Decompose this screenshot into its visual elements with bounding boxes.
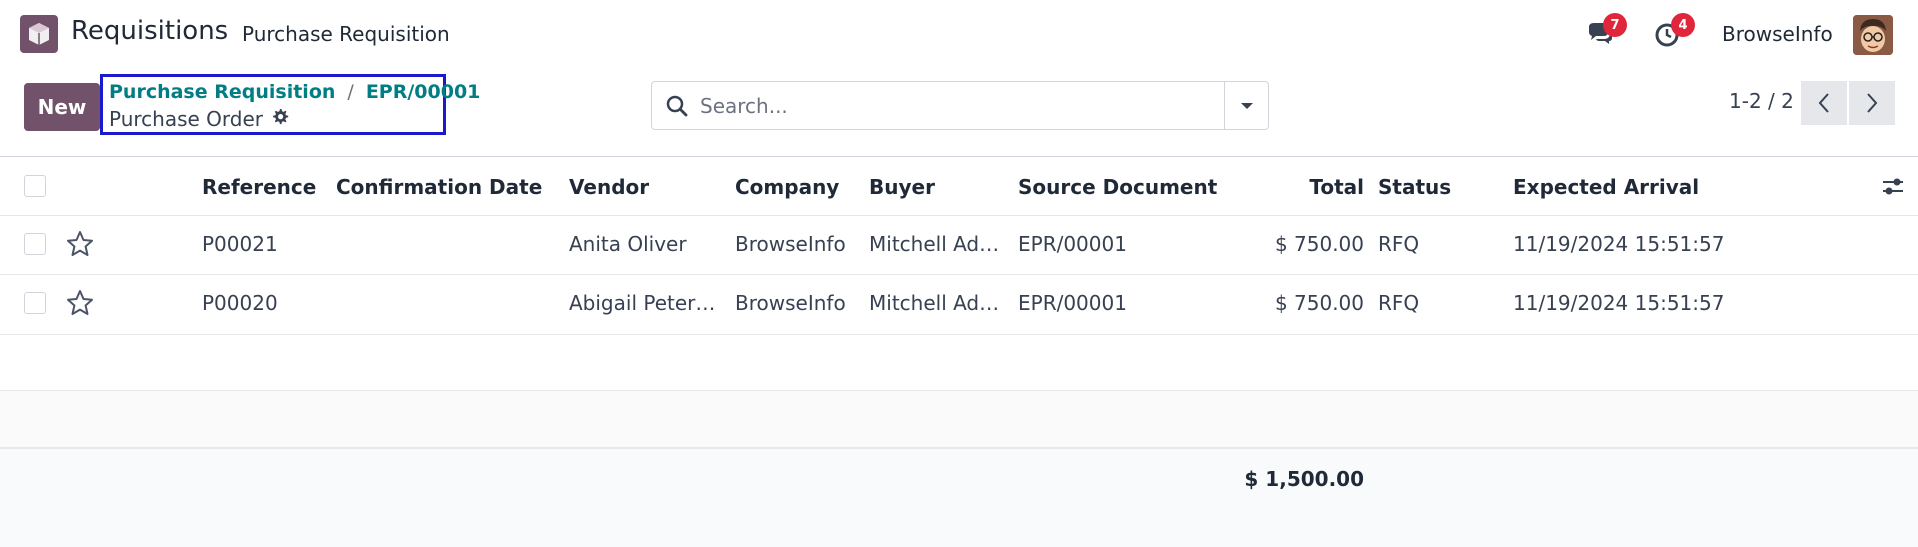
breadcrumb-path: Purchase Requisition / EPR/00001 [109, 81, 480, 103]
select-all-checkbox[interactable] [24, 175, 46, 197]
top-navbar: Requisitions Purchase Requisition 7 4 Br… [0, 0, 1918, 68]
user-avatar[interactable] [1853, 15, 1893, 55]
menu-purchase-requisition[interactable]: Purchase Requisition [242, 22, 450, 46]
table-footer: $ 1,500.00 [0, 448, 1918, 547]
pager-next-button[interactable] [1849, 81, 1895, 125]
row-checkbox[interactable] [24, 233, 46, 255]
chevron-left-icon [1818, 93, 1829, 113]
activities-count-badge: 4 [1671, 13, 1695, 37]
column-header-source-document[interactable]: Source Document [1018, 175, 1217, 199]
page-title: Purchase Order [109, 107, 264, 131]
breadcrumb: Purchase Requisition / EPR/00001 Purchase … [100, 74, 480, 135]
empty-row [0, 335, 1918, 391]
cell-reference[interactable]: P00020 [202, 291, 278, 315]
current-view-title: Purchase Order [109, 107, 289, 131]
caret-down-icon [1240, 102, 1253, 109]
cell-vendor: Abigail Peter… [569, 291, 716, 315]
cell-company: BrowseInfo [735, 232, 846, 256]
search-icon [666, 95, 688, 122]
cell-expected-arrival: 11/19/2024 15:51:57 [1513, 232, 1725, 256]
empty-row [0, 391, 1918, 448]
column-header-vendor[interactable]: Vendor [569, 175, 649, 199]
messages-button[interactable]: 7 [1585, 13, 1627, 49]
chevron-right-icon [1867, 93, 1878, 113]
search-bar [651, 81, 1269, 130]
star-icon[interactable] [66, 230, 94, 263]
column-header-confirmation-date[interactable]: Confirmation Date [336, 175, 542, 199]
pager-value[interactable]: 1-2 / 2 [1729, 89, 1794, 113]
cell-source-document: EPR/00001 [1018, 291, 1127, 315]
cell-reference[interactable]: P00021 [202, 232, 278, 256]
search-options-toggle[interactable] [1224, 82, 1268, 129]
app-name[interactable]: Requisitions [71, 16, 228, 46]
new-button[interactable]: New [24, 83, 100, 131]
cell-company: BrowseInfo [735, 291, 846, 315]
column-header-expected-arrival[interactable]: Expected Arrival [1513, 175, 1699, 199]
table-header: Reference Confirmation Date Vendor Compa… [0, 156, 1918, 216]
column-header-company[interactable]: Company [735, 175, 839, 199]
cell-buyer: Mitchell Ad… [869, 291, 1000, 315]
cell-vendor: Anita Oliver [569, 232, 687, 256]
company-switcher[interactable]: BrowseInfo [1722, 22, 1833, 46]
row-checkbox[interactable] [24, 292, 46, 314]
cell-status: RFQ [1378, 291, 1420, 315]
breadcrumb-parent-link[interactable]: Purchase Requisition [109, 81, 335, 103]
column-header-reference[interactable]: Reference [202, 175, 316, 199]
cell-buyer: Mitchell Ad… [869, 232, 1000, 256]
breadcrumb-separator: / [347, 81, 354, 103]
messages-count-badge: 7 [1603, 13, 1627, 37]
app-logo-icon[interactable] [20, 15, 58, 53]
table-row[interactable]: P00020 Abigail Peter… BrowseInfo Mitchel… [0, 275, 1918, 335]
column-header-status[interactable]: Status [1378, 175, 1451, 199]
cell-total: $ 750.00 [1274, 291, 1364, 315]
table-row[interactable]: P00021 Anita Oliver BrowseInfo Mitchell … [0, 216, 1918, 275]
optional-columns-icon[interactable] [1882, 177, 1904, 202]
column-header-buyer[interactable]: Buyer [869, 175, 935, 199]
activities-button[interactable]: 4 [1653, 13, 1695, 49]
cell-expected-arrival: 11/19/2024 15:51:57 [1513, 291, 1725, 315]
gear-icon[interactable] [271, 107, 289, 131]
cell-status: RFQ [1378, 232, 1420, 256]
breadcrumb-record-link[interactable]: EPR/00001 [366, 81, 481, 103]
grand-total: $ 1,500.00 [1244, 467, 1364, 491]
search-input[interactable] [700, 82, 1200, 129]
pager-previous-button[interactable] [1801, 81, 1847, 125]
cell-source-document: EPR/00001 [1018, 232, 1127, 256]
star-icon[interactable] [66, 289, 94, 322]
cell-total: $ 750.00 [1274, 232, 1364, 256]
column-header-total[interactable]: Total [1240, 175, 1364, 199]
